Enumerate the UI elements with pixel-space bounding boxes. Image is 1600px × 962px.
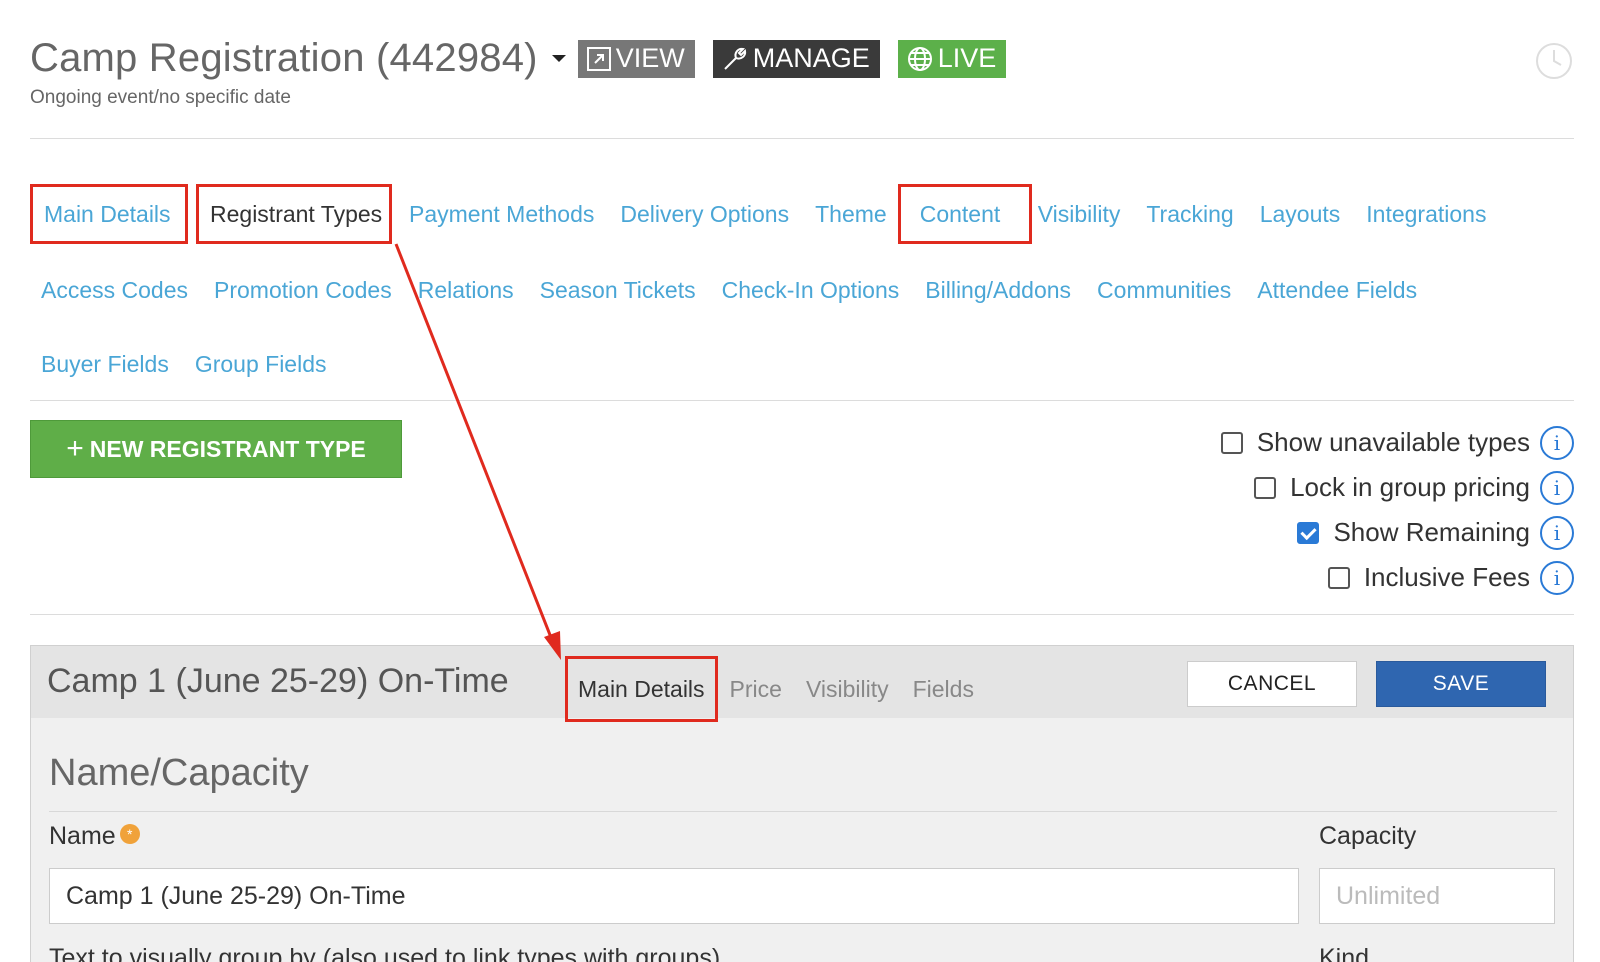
registrant-type-sub-tabs: Main Details Price Visibility Fields	[565, 656, 986, 722]
option-show-remaining: Show Remaining i	[1297, 510, 1574, 555]
tab-delivery-options[interactable]: Delivery Options	[609, 184, 800, 244]
nav-tabs-row-1: Main Details Registrant Types Payment Me…	[30, 184, 1497, 244]
show-unavailable-types-checkbox[interactable]	[1220, 431, 1243, 454]
live-label: LIVE	[937, 43, 997, 73]
name-label-text: Name	[49, 822, 116, 850]
view-label: VIEW	[615, 43, 685, 73]
event-date-subtitle: Ongoing event/no specific date	[30, 87, 291, 108]
tab-payment-methods[interactable]: Payment Methods	[398, 184, 605, 244]
cancel-button[interactable]: CANCEL	[1187, 661, 1357, 707]
tab-visibility[interactable]: Visibility	[1032, 184, 1132, 244]
live-button[interactable]: LIVE	[897, 39, 1007, 78]
plus-icon: +	[66, 432, 84, 465]
event-header: Camp Registration (442984) VIEW MANAGE L…	[30, 36, 1024, 81]
registrant-type-title: Camp 1 (June 25-29) On-Time	[47, 662, 509, 700]
option-label: Show Remaining	[1333, 517, 1530, 547]
option-label: Inclusive Fees	[1363, 562, 1530, 592]
name-label: Name *	[49, 822, 140, 851]
kind-label: Kind	[1319, 944, 1370, 962]
sub-tab-price[interactable]: Price	[718, 656, 794, 722]
tab-theme[interactable]: Theme	[804, 184, 898, 244]
inclusive-fees-checkbox[interactable]	[1327, 566, 1350, 589]
display-options: Show unavailable types i Lock in group p…	[1220, 420, 1574, 600]
section-divider	[49, 811, 1557, 812]
sub-tab-main-details[interactable]: Main Details	[565, 656, 718, 722]
option-label: Lock in group pricing	[1290, 472, 1530, 502]
tab-relations[interactable]: Relations	[407, 260, 525, 320]
tab-communities[interactable]: Communities	[1086, 260, 1242, 320]
option-label: Show unavailable types	[1256, 427, 1530, 457]
info-icon[interactable]: i	[1540, 425, 1574, 460]
tab-billing-addons[interactable]: Billing/Addons	[914, 260, 1082, 320]
event-title: Camp Registration (442984)	[30, 36, 538, 80]
tab-attendee-fields[interactable]: Attendee Fields	[1246, 260, 1428, 320]
tab-integrations[interactable]: Integrations	[1355, 184, 1497, 244]
new-registrant-type-button[interactable]: + NEW REGISTRANT TYPE	[30, 420, 402, 478]
clock-icon[interactable]	[1535, 42, 1573, 80]
save-button[interactable]: SAVE	[1376, 661, 1546, 707]
info-icon[interactable]: i	[1540, 470, 1574, 505]
tab-promotion-codes[interactable]: Promotion Codes	[203, 260, 403, 320]
event-dropdown-caret-icon[interactable]	[551, 55, 566, 62]
manage-button[interactable]: MANAGE	[712, 39, 880, 78]
capacity-input[interactable]: Unlimited	[1319, 868, 1555, 924]
tabs-divider	[30, 400, 1574, 401]
info-icon[interactable]: i	[1540, 560, 1574, 595]
tab-group-fields[interactable]: Group Fields	[184, 334, 338, 394]
options-divider	[30, 614, 1574, 615]
tab-content[interactable]: Content	[897, 184, 1032, 244]
required-asterisk-icon: *	[119, 824, 140, 844]
info-icon[interactable]: i	[1540, 515, 1574, 550]
tab-season-tickets[interactable]: Season Tickets	[529, 260, 707, 320]
option-inclusive-fees: Inclusive Fees i	[1327, 555, 1574, 600]
tab-buyer-fields[interactable]: Buyer Fields	[30, 334, 180, 394]
capacity-label: Capacity	[1319, 822, 1417, 850]
option-show-unavailable-types: Show unavailable types i	[1220, 420, 1574, 465]
wrench-icon	[723, 47, 746, 70]
show-remaining-checkbox[interactable]	[1297, 521, 1320, 544]
manage-label: MANAGE	[752, 43, 870, 73]
new-registrant-type-label: NEW REGISTRANT TYPE	[89, 435, 366, 462]
option-lock-in-group-pricing: Lock in group pricing i	[1254, 465, 1574, 510]
sub-tab-visibility[interactable]: Visibility	[794, 656, 901, 722]
name-input[interactable]: Camp 1 (June 25-29) On-Time	[49, 868, 1299, 924]
header-divider	[30, 138, 1574, 139]
section-title: Name/Capacity	[49, 752, 309, 794]
sub-tab-fields[interactable]: Fields	[901, 656, 986, 722]
tab-check-in-options[interactable]: Check-In Options	[711, 260, 911, 320]
external-link-icon	[586, 46, 611, 71]
globe-icon	[907, 46, 932, 71]
tab-tracking[interactable]: Tracking	[1135, 184, 1244, 244]
nav-tabs-row-3: Buyer Fields Group Fields	[30, 334, 338, 394]
nav-tabs-row-2: Access Codes Promotion Codes Relations S…	[30, 260, 1428, 320]
tab-access-codes[interactable]: Access Codes	[30, 260, 199, 320]
registrant-type-panel: Camp 1 (June 25-29) On-Time Main Details…	[30, 645, 1574, 962]
tab-main-details[interactable]: Main Details	[30, 184, 188, 244]
tab-layouts[interactable]: Layouts	[1249, 184, 1352, 244]
view-button[interactable]: VIEW	[577, 39, 695, 78]
tab-registrant-types[interactable]: Registrant Types	[196, 184, 392, 244]
lock-in-group-pricing-checkbox[interactable]	[1254, 476, 1277, 499]
group-text-label: Text to visually group by (also used to …	[49, 944, 721, 962]
